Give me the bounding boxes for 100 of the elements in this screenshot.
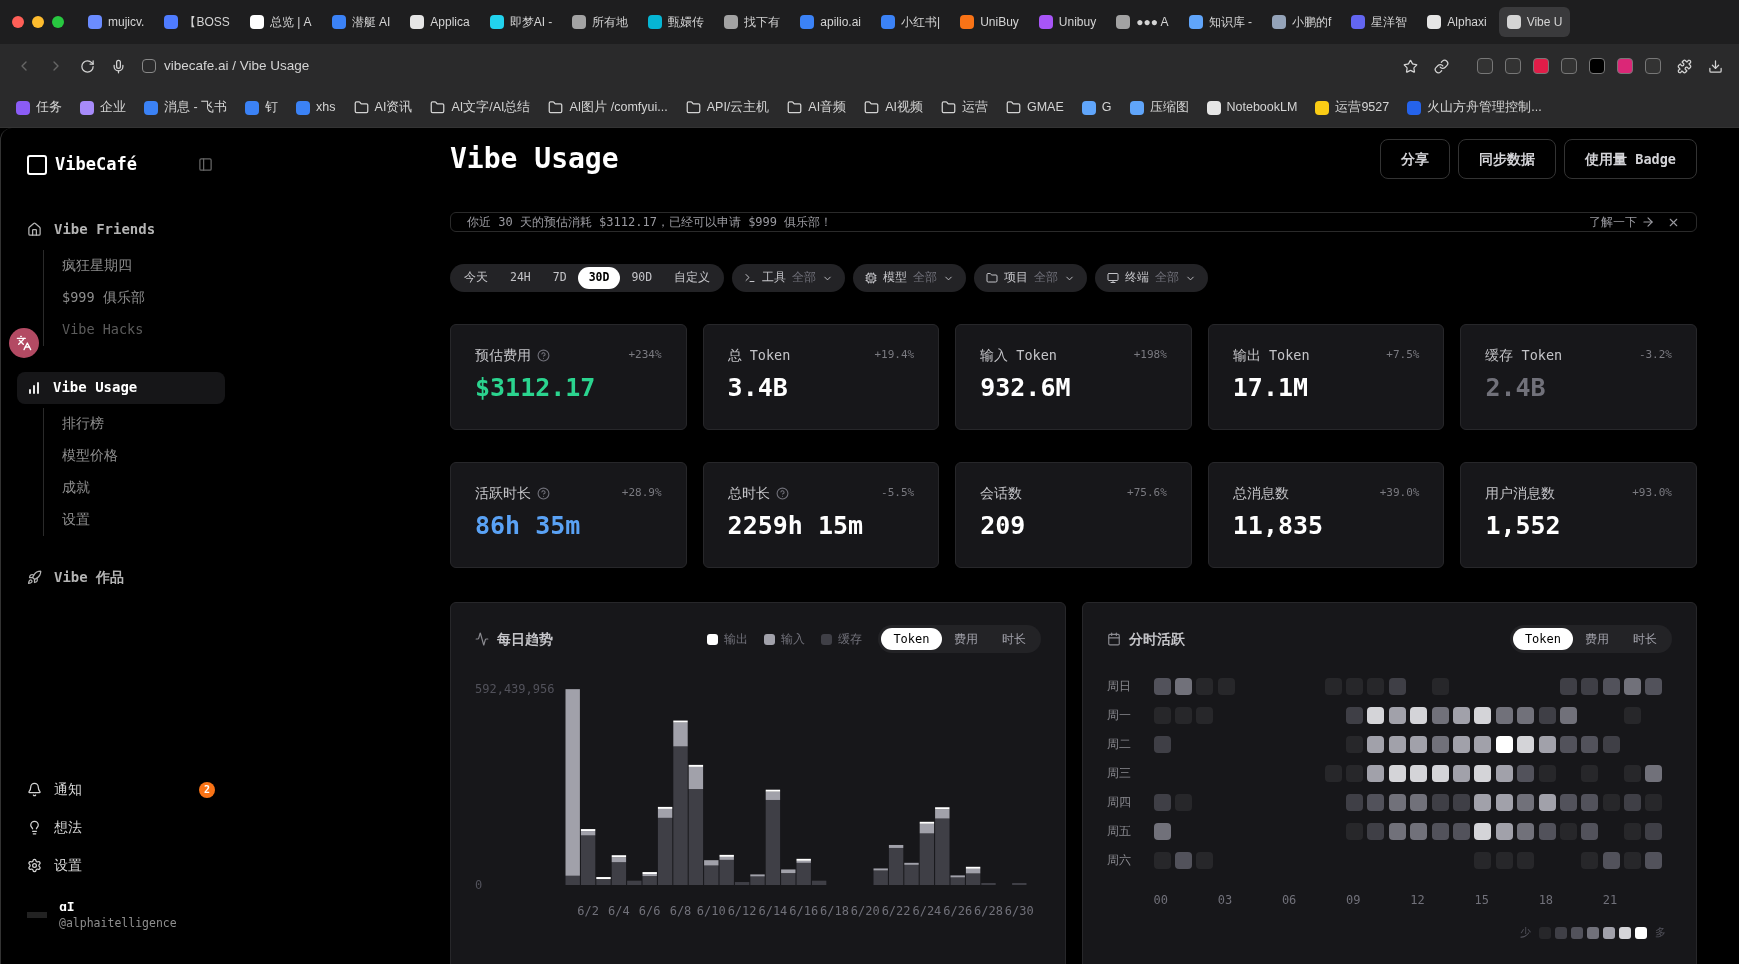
x-axis-label: 6/8 bbox=[669, 904, 692, 918]
header-button[interactable]: 同步数据 bbox=[1458, 139, 1557, 179]
browser-tab[interactable]: 小鹏的f bbox=[1263, 7, 1340, 37]
bookmark-item[interactable]: AI资讯 bbox=[353, 98, 413, 117]
browser-tab[interactable]: Alphaxi bbox=[1419, 7, 1495, 37]
y-axis-label: 592,439,956 bbox=[475, 682, 555, 696]
browser-tab[interactable]: 甄嬛传 bbox=[640, 7, 713, 37]
browser-tab[interactable]: Unibuy bbox=[1030, 7, 1105, 37]
extension-icon[interactable] bbox=[1505, 58, 1521, 74]
address-field[interactable]: vibecafe.ai / Vibe Usage bbox=[164, 55, 310, 77]
help-icon[interactable] bbox=[775, 486, 789, 500]
sidebar-item[interactable]: 设置 bbox=[17, 852, 225, 879]
range-tab[interactable]: 今天 bbox=[453, 267, 499, 289]
sidebar-item[interactable]: Vibe Usage bbox=[17, 371, 225, 404]
browser-tab[interactable]: 【BOSS bbox=[156, 7, 238, 37]
extension-icon[interactable] bbox=[1617, 58, 1633, 74]
activity-icon bbox=[475, 632, 489, 646]
mode-tab[interactable]: 时长 bbox=[1621, 628, 1669, 650]
microphone-icon[interactable] bbox=[111, 58, 126, 74]
help-icon[interactable] bbox=[537, 348, 550, 362]
stat-value: 1,552 bbox=[1485, 510, 1562, 543]
bookmark-item[interactable]: GMAE bbox=[1005, 98, 1064, 117]
browser-tab[interactable]: mujicv. bbox=[80, 7, 153, 37]
browser-tab[interactable]: UniBuy bbox=[952, 7, 1027, 37]
browser-tab[interactable]: 所有地 bbox=[564, 7, 637, 37]
filter-dropdown[interactable]: 终端 全部 bbox=[1095, 264, 1209, 292]
browser-tab[interactable]: apilio.ai bbox=[792, 7, 869, 37]
range-tab[interactable]: 90D bbox=[620, 267, 664, 289]
browser-tab[interactable]: 潜艇 AI bbox=[323, 7, 399, 37]
sidebar-item[interactable]: 想法 bbox=[17, 814, 225, 841]
bookmark-item[interactable]: xhs bbox=[296, 98, 336, 117]
sidebar-item[interactable]: Vibe Friends bbox=[17, 213, 225, 246]
download-icon[interactable] bbox=[1708, 58, 1723, 74]
bookmark-item[interactable]: 运营9527 bbox=[1315, 98, 1390, 117]
bookmark-item[interactable]: API/云主机 bbox=[685, 98, 770, 117]
mode-tab[interactable]: 费用 bbox=[941, 628, 990, 650]
bookmark-item[interactable]: 压缩图 bbox=[1129, 98, 1189, 117]
folder-icon bbox=[353, 100, 369, 115]
header-button[interactable]: 使用量 Badge bbox=[1564, 139, 1697, 179]
collapse-sidebar-icon[interactable] bbox=[198, 157, 213, 173]
bookmark-item[interactable]: 消息 - 飞书 bbox=[144, 98, 228, 117]
extension-icon[interactable] bbox=[1477, 58, 1493, 74]
mode-tab[interactable]: Token bbox=[1512, 628, 1573, 650]
mode-tab[interactable]: 时长 bbox=[989, 628, 1038, 650]
browser-tab[interactable]: 找下有 bbox=[716, 7, 789, 37]
stat-value: 209 bbox=[980, 510, 1027, 543]
bookmark-item[interactable]: G bbox=[1081, 98, 1112, 117]
link-icon[interactable] bbox=[1434, 58, 1449, 74]
filter-dropdown[interactable]: 工具 全部 bbox=[732, 264, 846, 292]
browser-tab[interactable]: Applica bbox=[402, 7, 478, 37]
sidebar-subitem[interactable]: $999 俱乐部 bbox=[62, 281, 225, 314]
bookmark-item[interactable]: NotebookLM bbox=[1206, 98, 1298, 117]
filter-dropdown[interactable]: 模型 全部 bbox=[853, 264, 967, 292]
extensions-icon[interactable] bbox=[1677, 58, 1692, 74]
day-label: 周六 bbox=[1106, 852, 1132, 869]
browser-tab[interactable]: 总览 | A bbox=[241, 7, 320, 37]
extension-icon[interactable] bbox=[1589, 58, 1605, 74]
bookmark-item[interactable]: 钉 bbox=[245, 98, 279, 117]
bookmark-item[interactable]: 运营 bbox=[940, 98, 988, 117]
bookmark-item[interactable]: 任务 bbox=[16, 98, 62, 117]
sidebar-subitem[interactable]: 疯狂星期四 bbox=[62, 249, 225, 282]
bookmark-item[interactable]: AI视频 bbox=[864, 98, 923, 117]
mode-tab[interactable]: 费用 bbox=[1573, 628, 1621, 650]
bookmark-item[interactable]: AI图片 /comfyui... bbox=[548, 98, 668, 117]
bookmark-item[interactable]: AI文字/AI总结 bbox=[430, 98, 531, 117]
bookmark-star-icon[interactable] bbox=[1403, 58, 1418, 74]
sidebar-item[interactable]: 通知 2 bbox=[17, 776, 225, 803]
sidebar-subitem[interactable]: 排行榜 bbox=[62, 407, 225, 440]
mode-tab[interactable]: Token bbox=[881, 628, 942, 650]
sidebar-subitem[interactable]: 模型价格 bbox=[62, 439, 225, 472]
extension-icon[interactable] bbox=[1645, 58, 1661, 74]
reload-icon[interactable] bbox=[80, 58, 95, 74]
bookmark-item[interactable]: 企业 bbox=[80, 98, 126, 117]
sidebar-item[interactable]: Vibe 作品 bbox=[17, 561, 225, 594]
filter-dropdown[interactable]: 项目 全部 bbox=[974, 264, 1088, 292]
range-tab[interactable]: 24H bbox=[499, 267, 542, 289]
sidebar-subitem[interactable]: 设置 bbox=[62, 503, 225, 536]
browser-tab[interactable]: Vibe U bbox=[1498, 7, 1571, 37]
translate-button[interactable] bbox=[9, 328, 39, 358]
folder-icon bbox=[986, 272, 999, 284]
range-tab[interactable]: 30D bbox=[577, 267, 621, 289]
browser-tab[interactable]: 星洋智 bbox=[1343, 7, 1416, 37]
bookmark-item[interactable]: AI音频 bbox=[787, 98, 847, 117]
lightbulb-icon bbox=[27, 820, 42, 836]
x-axis-label: 6/12 bbox=[727, 904, 757, 918]
learn-more-link[interactable]: 了解一下 bbox=[1589, 213, 1637, 231]
range-tab[interactable]: 7D bbox=[541, 267, 578, 289]
browser-tab[interactable]: 知识库 - bbox=[1180, 7, 1260, 37]
browser-tab[interactable]: 即梦AI - bbox=[481, 7, 561, 37]
extension-icon[interactable] bbox=[1561, 58, 1577, 74]
help-icon[interactable] bbox=[537, 486, 550, 500]
chip-icon bbox=[865, 272, 878, 284]
bookmark-item[interactable]: 火山方舟管理控制... bbox=[1407, 98, 1542, 117]
sidebar-subitem[interactable]: 成就 bbox=[62, 471, 225, 504]
browser-tab[interactable]: ●●● A bbox=[1108, 7, 1177, 37]
extension-icon[interactable] bbox=[1533, 58, 1549, 74]
browser-tab[interactable]: 小红书| bbox=[873, 7, 949, 37]
range-tab[interactable]: 自定义 bbox=[663, 267, 722, 289]
x-axis-label: 6/10 bbox=[696, 904, 726, 918]
header-button[interactable]: 分享 bbox=[1380, 139, 1451, 179]
